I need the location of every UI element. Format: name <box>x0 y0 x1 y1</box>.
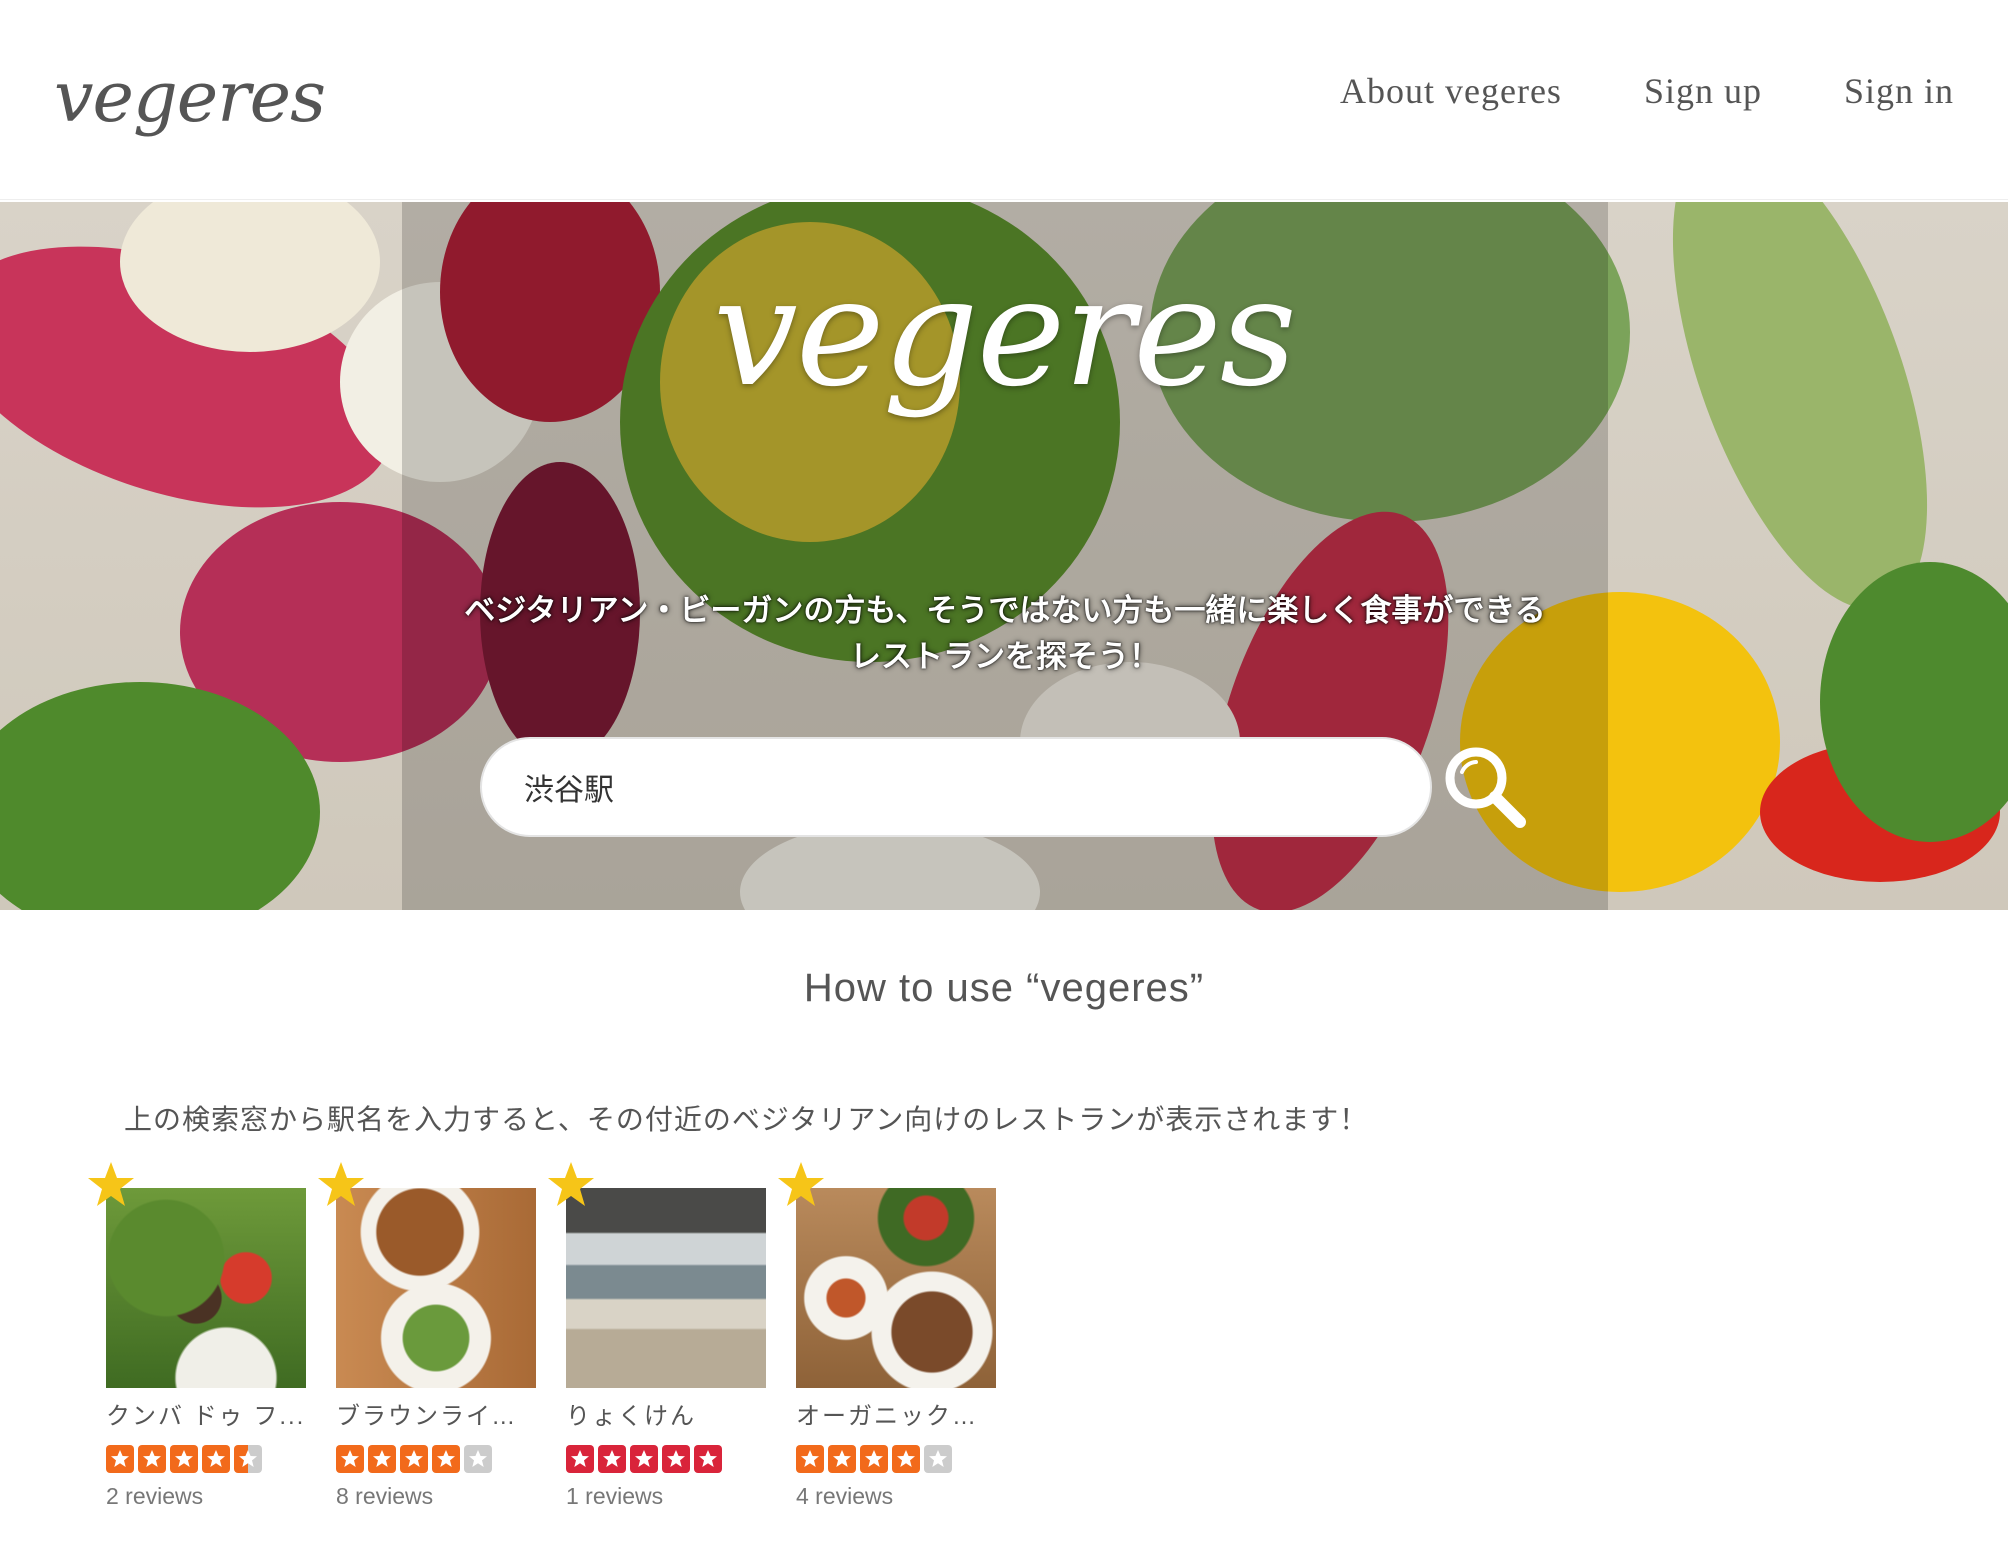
rating-star-icon <box>234 1445 262 1473</box>
main-nav: About vegeres Sign up Sign in <box>1340 70 1954 112</box>
rating-star-icon <box>694 1445 722 1473</box>
rating-star-icon <box>400 1445 428 1473</box>
rating-star-icon <box>630 1445 658 1473</box>
nav-signin-link[interactable]: Sign in <box>1844 70 1954 112</box>
restaurant-photo[interactable] <box>566 1188 766 1388</box>
rating-star-icon <box>464 1445 492 1473</box>
favorite-star-icon[interactable] <box>86 1160 136 1210</box>
star-rating <box>566 1445 766 1473</box>
search-icon[interactable] <box>1440 742 1530 832</box>
rating-star-icon <box>106 1445 134 1473</box>
nav-about-link[interactable]: About vegeres <box>1340 70 1562 112</box>
restaurant-card[interactable]: オーガニックレ... 4 reviews <box>778 1162 996 1510</box>
hero-tagline-line: レストランを探そう！ <box>850 639 1160 674</box>
restaurant-name[interactable]: ブラウンライス ... <box>336 1396 536 1431</box>
rating-star-icon <box>566 1445 594 1473</box>
star-rating <box>106 1445 306 1473</box>
favorite-star-icon[interactable] <box>546 1160 596 1210</box>
rating-star-icon <box>924 1445 952 1473</box>
hero-banner: vegeres ベジタリアン・ビーガンの方も、そうではない方も一緒に楽しく食事が… <box>0 202 2008 910</box>
favorite-star-icon[interactable] <box>776 1160 826 1210</box>
rating-star-icon <box>368 1445 396 1473</box>
restaurant-card[interactable]: りょくけん 1 reviews <box>548 1162 766 1510</box>
restaurant-name[interactable]: オーガニックレ... <box>796 1396 996 1431</box>
hero-tagline: ベジタリアン・ビーガンの方も、そうではない方も一緒に楽しく食事ができる レストラ… <box>402 588 1608 680</box>
review-count: 2 reviews <box>106 1483 204 1509</box>
rating-star-icon <box>796 1445 824 1473</box>
rating-star-icon <box>662 1445 690 1473</box>
favorite-star-icon[interactable] <box>316 1160 366 1210</box>
star-rating <box>336 1445 536 1473</box>
restaurant-card[interactable]: クンバ ドゥ フ... 2 reviews <box>88 1162 306 1510</box>
hero-title: vegeres <box>713 246 1297 420</box>
rating-star-icon <box>202 1445 230 1473</box>
rating-star-icon <box>892 1445 920 1473</box>
restaurant-name[interactable]: りょくけん <box>566 1396 766 1431</box>
restaurant-photo[interactable] <box>796 1188 996 1388</box>
site-logo[interactable]: vegeres <box>54 56 326 138</box>
rating-star-icon <box>170 1445 198 1473</box>
restaurant-card[interactable]: ブラウンライス ... 8 reviews <box>318 1162 536 1510</box>
rating-star-icon <box>598 1445 626 1473</box>
review-count: 4 reviews <box>796 1483 894 1509</box>
review-count: 8 reviews <box>336 1483 434 1509</box>
rating-star-icon <box>860 1445 888 1473</box>
instruction-text: 上の検索窓から駅名を入力すると、その付近のベジタリアン向けのレストランが表示され… <box>124 1104 1369 1135</box>
rating-star-icon <box>828 1445 856 1473</box>
star-rating <box>796 1445 996 1473</box>
site-header: vegeres About vegeres Sign up Sign in <box>0 0 2008 200</box>
restaurant-photo[interactable] <box>336 1188 536 1388</box>
restaurant-photo[interactable] <box>106 1188 306 1388</box>
nav-signup-link[interactable]: Sign up <box>1644 70 1762 112</box>
restaurant-name[interactable]: クンバ ドゥ フ... <box>106 1396 306 1431</box>
restaurant-list: クンバ ドゥ フ... 2 reviews ブラウンライス ... 8 revi… <box>88 1162 996 1510</box>
rating-star-icon <box>138 1445 166 1473</box>
rating-star-icon <box>432 1445 460 1473</box>
review-count: 1 reviews <box>566 1483 664 1509</box>
station-search-input[interactable] <box>524 770 1388 804</box>
station-search-box <box>480 737 1432 837</box>
section-title: How to use “vegeres” <box>803 966 1205 1010</box>
hero-tagline-line: ベジタリアン・ビーガンの方も、そうではない方も一緒に楽しく食事ができる <box>464 593 1546 628</box>
rating-star-icon <box>336 1445 364 1473</box>
